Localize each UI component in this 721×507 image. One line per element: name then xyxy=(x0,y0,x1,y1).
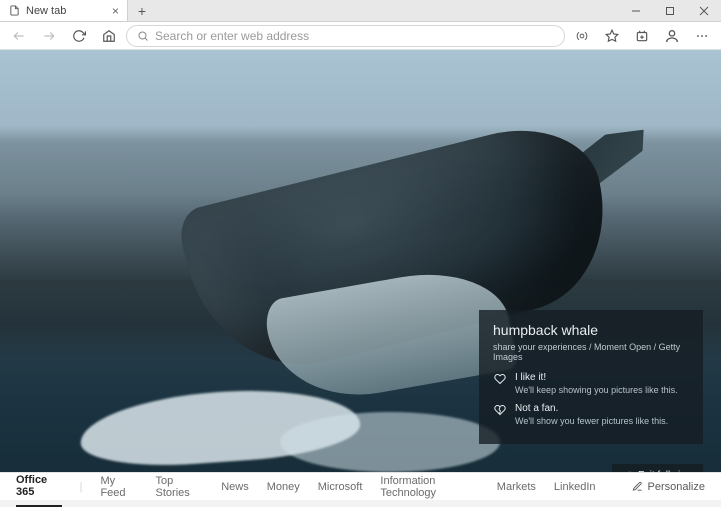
titlebar: New tab × + xyxy=(0,0,721,22)
nav-item[interactable]: News xyxy=(221,481,249,493)
new-tab-button[interactable]: + xyxy=(128,0,156,21)
dislike-label: Not a fan. xyxy=(515,403,668,414)
image-info-card: humpback whale share your experiences / … xyxy=(479,310,703,444)
nav-divider: | xyxy=(80,481,83,493)
maximize-button[interactable] xyxy=(653,0,687,21)
nav-item[interactable]: My Feed xyxy=(100,475,137,499)
nav-item[interactable]: Markets xyxy=(497,481,536,493)
close-window-button[interactable] xyxy=(687,0,721,21)
nav-item[interactable]: Microsoft xyxy=(318,481,363,493)
search-icon xyxy=(137,30,149,42)
tab-close-icon[interactable]: × xyxy=(112,5,119,17)
window-controls xyxy=(619,0,721,21)
like-option[interactable]: I like it! We'll keep showing you pictur… xyxy=(493,372,689,395)
dislike-option[interactable]: Not a fan. We'll show you fewer pictures… xyxy=(493,403,689,426)
toolbar xyxy=(0,22,721,50)
collections-button[interactable] xyxy=(629,24,655,48)
tracking-prevention-icon[interactable] xyxy=(569,24,595,48)
exit-full-view-button[interactable]: Exit full view xyxy=(612,464,703,472)
home-button[interactable] xyxy=(96,24,122,48)
heart-icon xyxy=(493,373,507,385)
background-image: humpback whale share your experiences / … xyxy=(0,50,721,472)
nav-item[interactable]: Money xyxy=(267,481,300,493)
favorites-button[interactable] xyxy=(599,24,625,48)
nav-item[interactable]: Top Stories xyxy=(156,475,204,499)
more-button[interactable] xyxy=(689,24,715,48)
page-icon xyxy=(8,5,20,17)
minimize-button[interactable] xyxy=(619,0,653,21)
dislike-desc: We'll show you fewer pictures like this. xyxy=(515,416,668,426)
back-button[interactable] xyxy=(6,24,32,48)
personalize-button[interactable]: Personalize xyxy=(632,481,705,493)
personalize-label: Personalize xyxy=(648,481,705,493)
nav-item[interactable]: LinkedIn xyxy=(554,481,596,493)
forward-button[interactable] xyxy=(36,24,62,48)
image-title: humpback whale xyxy=(493,322,689,338)
refresh-button[interactable] xyxy=(66,24,92,48)
pencil-icon xyxy=(632,481,643,492)
feed-nav: Office 365 | My Feed Top Stories News Mo… xyxy=(0,472,721,500)
address-input[interactable] xyxy=(155,29,554,43)
heart-broken-icon xyxy=(493,404,507,416)
image-credit: share your experiences / Moment Open / G… xyxy=(493,342,689,362)
address-bar[interactable] xyxy=(126,25,565,47)
like-label: I like it! xyxy=(515,372,678,383)
profile-button[interactable] xyxy=(659,24,685,48)
like-desc: We'll keep showing you pictures like thi… xyxy=(515,385,678,395)
nav-item[interactable]: Information Technology xyxy=(380,475,478,499)
browser-tab[interactable]: New tab × xyxy=(0,0,128,21)
tab-title: New tab xyxy=(26,5,106,17)
nav-primary[interactable]: Office 365 xyxy=(16,474,62,500)
